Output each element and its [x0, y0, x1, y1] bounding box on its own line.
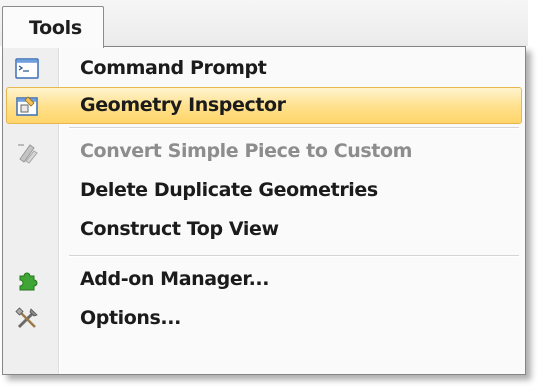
tools-dropdown-menu: Command Prompt Geometry Inspector Conver…	[2, 46, 526, 375]
menu-separator	[69, 255, 519, 257]
puzzle-piece-icon	[14, 267, 40, 293]
menu-item-construct-top-view[interactable]: Construct Top View	[6, 211, 522, 248]
screenshot-stage: Tools Command Prompt Geometry Inspector …	[0, 0, 540, 388]
tools-icon	[14, 306, 40, 332]
menu-item-label: Construct Top View	[80, 218, 279, 240]
menu-separator	[69, 127, 519, 129]
menu-tab-tools[interactable]: Tools	[2, 6, 104, 48]
menu-item-delete-duplicate-geometries[interactable]: Delete Duplicate Geometries	[6, 172, 522, 209]
menu-tab-tools-label: Tools	[29, 16, 82, 39]
menu-item-geometry-inspector[interactable]: Geometry Inspector	[6, 87, 522, 124]
menu-item-add-on-manager[interactable]: Add-on Manager...	[6, 261, 522, 298]
command-prompt-icon	[14, 56, 40, 82]
menu-item-label: Options...	[80, 307, 181, 329]
menu-item-label: Add-on Manager...	[80, 268, 270, 290]
menu-item-command-prompt[interactable]: Command Prompt	[6, 50, 522, 87]
menu-item-label: Convert Simple Piece to Custom	[80, 140, 413, 162]
geometry-inspector-icon	[14, 93, 40, 119]
menu-item-label: Geometry Inspector	[80, 94, 286, 116]
menu-item-options[interactable]: Options...	[6, 300, 522, 337]
menu-item-label: Command Prompt	[80, 57, 267, 79]
convert-piece-icon	[14, 139, 40, 165]
menu-item-label: Delete Duplicate Geometries	[80, 179, 378, 201]
menu-item-convert-simple-piece: Convert Simple Piece to Custom	[6, 133, 522, 170]
